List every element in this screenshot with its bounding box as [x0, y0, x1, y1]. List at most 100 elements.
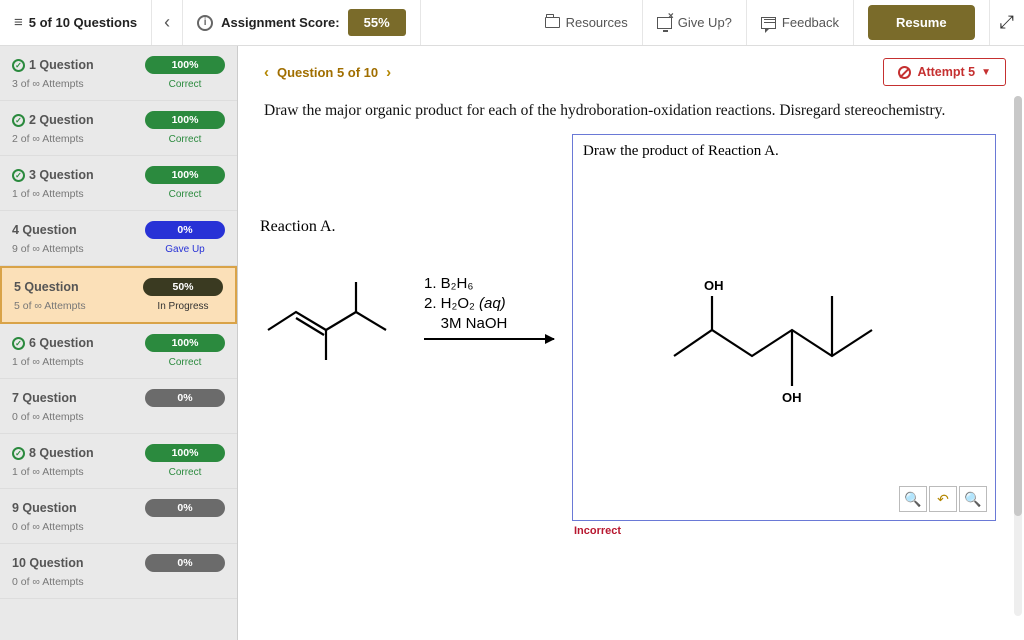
- scrollbar[interactable]: [1014, 96, 1022, 616]
- attempts-text: 0 of ∞ Attempts: [12, 576, 84, 588]
- prohibit-icon: [898, 66, 911, 79]
- attempts-text: 2 of ∞ Attempts: [12, 133, 84, 145]
- reagents-block: 1. B₂H₆ 2. H₂O₂ (aq) 3M NaOH: [424, 274, 554, 341]
- feedback-button[interactable]: Feedback: [747, 0, 854, 45]
- status-text: In Progress: [143, 301, 223, 312]
- check-icon: ✓: [12, 169, 25, 182]
- question-header: ‹ Question 5 of 10 › Attempt 5 ▼: [238, 46, 1024, 98]
- attempt-dropdown[interactable]: Attempt 5 ▼: [883, 58, 1006, 86]
- attempts-text: 5 of ∞ Attempts: [14, 300, 86, 312]
- score-pill: 0%: [145, 499, 225, 517]
- folder-icon: [545, 17, 560, 28]
- score-pill: 0%: [145, 221, 225, 239]
- score-label: Assignment Score:: [221, 15, 339, 30]
- q-title-text: 5 Question: [14, 280, 79, 294]
- prev-question-icon[interactable]: ‹: [256, 64, 277, 81]
- attempts-text: 1 of ∞ Attempts: [12, 356, 84, 368]
- zoom-in-icon[interactable]: 🔍: [899, 486, 927, 512]
- score-pill: 100%: [145, 444, 225, 462]
- status-text: Correct: [145, 467, 225, 478]
- reagent-1: 1. B₂H₆: [424, 275, 473, 292]
- attempts-text: 1 of ∞ Attempts: [12, 466, 84, 478]
- zoom-reset-icon[interactable]: ↶: [929, 486, 957, 512]
- q-title-text: 7 Question: [12, 391, 77, 405]
- info-icon[interactable]: i: [197, 15, 213, 31]
- status-text: Correct: [145, 79, 225, 90]
- check-icon: ✓: [12, 447, 25, 460]
- oh-label-top: OH: [704, 278, 724, 293]
- chat-icon: [761, 17, 776, 29]
- sidebar-question-10[interactable]: 10 Question 0% 0 of ∞ Attempts: [0, 544, 237, 599]
- content-area: ‹ Question 5 of 10 › Attempt 5 ▼ Draw th…: [238, 46, 1024, 640]
- status-text: Correct: [145, 189, 225, 200]
- sidebar-question-5[interactable]: 5 Question 50% 5 of ∞ Attempts In Progress: [0, 266, 237, 324]
- check-icon: ✓: [12, 59, 25, 72]
- sidebar-question-9[interactable]: 9 Question 0% 0 of ∞ Attempts: [0, 489, 237, 544]
- score-pill: 50%: [143, 278, 223, 296]
- chevron-down-icon: ▼: [981, 67, 991, 78]
- reactant-structure: [260, 252, 410, 362]
- answer-title: Draw the product of Reaction A.: [573, 135, 995, 160]
- attempts-text: 9 of ∞ Attempts: [12, 243, 84, 255]
- check-icon: ✓: [12, 337, 25, 350]
- question-sidebar: ✓1 Question100%3 of ∞ AttemptsCorrect✓2 …: [0, 46, 238, 640]
- score-pill: 100%: [145, 166, 225, 184]
- resources-button[interactable]: Resources: [531, 0, 643, 45]
- q-title-text: 10 Question: [12, 556, 84, 570]
- q-title-text: 4 Question: [12, 223, 77, 237]
- attempts-text: 1 of ∞ Attempts: [12, 188, 84, 200]
- check-icon: ✓: [12, 114, 25, 127]
- attempts-text: 3 of ∞ Attempts: [12, 78, 84, 90]
- reagent-2a: 2. H₂O₂: [424, 295, 479, 312]
- sidebar-question-6[interactable]: ✓ 6 Question 100% 1 of ∞ Attempts Correct: [0, 324, 237, 379]
- zoom-controls: 🔍 ↶ 🔍: [899, 486, 987, 512]
- answer-drawing-box[interactable]: Draw the product of Reaction A. OH OH: [572, 134, 996, 521]
- feedback-label: Feedback: [782, 15, 839, 30]
- reagent-2b: (aq): [479, 295, 506, 312]
- sidebar-question-3[interactable]: ✓ 3 Question 100% 1 of ∞ Attempts Correct: [0, 156, 237, 211]
- question-prompt: Draw the major organic product for each …: [264, 102, 996, 120]
- sidebar-question-7[interactable]: 7 Question 0% 0 of ∞ Attempts: [0, 379, 237, 434]
- zoom-out-icon[interactable]: 🔍: [959, 486, 987, 512]
- sidebar-question-1[interactable]: ✓1 Question100%3 of ∞ AttemptsCorrect: [0, 46, 237, 101]
- oh-label-bottom: OH: [782, 390, 802, 405]
- status-text: Gave Up: [145, 244, 225, 255]
- reaction-label: Reaction A.: [260, 218, 554, 236]
- expand-icon[interactable]: ⤢: [990, 12, 1024, 33]
- attempts-text: 0 of ∞ Attempts: [12, 521, 84, 533]
- resources-label: Resources: [566, 15, 628, 30]
- score-value: 55%: [348, 9, 406, 36]
- giveup-button[interactable]: Give Up?: [643, 0, 747, 45]
- sidebar-question-8[interactable]: ✓ 8 Question 100% 1 of ∞ Attempts Correct: [0, 434, 237, 489]
- scroll-thumb[interactable]: [1014, 96, 1022, 516]
- sidebar-question-4[interactable]: 4 Question 0% 9 of ∞ Attempts Gave Up: [0, 211, 237, 266]
- counter-text: 5 of 10 Questions: [29, 15, 137, 30]
- score-pill: 100%: [145, 334, 225, 352]
- q-title-text: 9 Question: [12, 501, 77, 515]
- reagent-3: 3M NaOH: [424, 314, 554, 334]
- attempt-label: Attempt 5: [917, 65, 975, 79]
- score-pill: 0%: [145, 389, 225, 407]
- menu-icon[interactable]: ≡: [14, 14, 23, 31]
- question-counter: ≡ 5 of 10 Questions: [0, 0, 152, 45]
- sidebar-question-2[interactable]: ✓ 2 Question 100% 2 of ∞ Attempts Correct: [0, 101, 237, 156]
- reaction-arrow-icon: [424, 338, 554, 340]
- status-text: Correct: [145, 357, 225, 368]
- giveup-icon: [657, 17, 672, 29]
- q-title-text: 2 Question: [29, 113, 94, 127]
- status-text: Correct: [145, 134, 225, 145]
- resume-section: Resume: [854, 0, 990, 45]
- q-title-text: 6 Question: [29, 336, 94, 350]
- question-position: Question 5 of 10: [277, 65, 378, 80]
- answer-column: Draw the product of Reaction A. OH OH: [572, 134, 996, 537]
- q-title-text: 3 Question: [29, 168, 94, 182]
- score-pill: 0%: [145, 554, 225, 572]
- next-question-icon[interactable]: ›: [378, 64, 399, 81]
- topbar: ≡ 5 of 10 Questions ‹ i Assignment Score…: [0, 0, 1024, 46]
- back-caret-icon[interactable]: ‹: [152, 12, 182, 33]
- score-pill: 100%: [145, 111, 225, 129]
- q-title-text: 8 Question: [29, 446, 94, 460]
- attempts-text: 0 of ∞ Attempts: [12, 411, 84, 423]
- verdict-label: Incorrect: [574, 525, 996, 537]
- resume-button[interactable]: Resume: [868, 5, 975, 40]
